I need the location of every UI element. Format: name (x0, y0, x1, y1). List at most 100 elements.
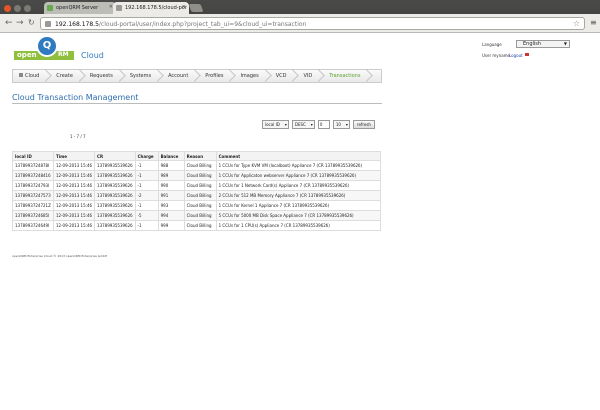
pager-info: 1 - 7 / 7 (70, 134, 86, 139)
cell-comment: 1 CCUs for Applicaton webserver Applianc… (215, 170, 382, 181)
language-label: Language (482, 42, 502, 47)
cell-comment: 1 CCUs for 1 Network Card(s) Appliance 7… (215, 180, 382, 191)
nav-item-account[interactable]: Account (162, 70, 199, 82)
cell-balance: 993 (157, 200, 185, 211)
table-row: 1378993724841б 12-09-2013 15:46 13789935… (12, 170, 382, 181)
table-row: 1378993724649I 12-09-2013 15:46 13789935… (12, 220, 382, 231)
cell-time: 12-09-2013 15:46 (52, 200, 96, 211)
logo-q: Q (36, 35, 58, 57)
bookmark-star-icon[interactable]: ☆ (573, 19, 580, 28)
nav-item-cloud[interactable]: Cloud (13, 70, 50, 82)
nav-item-systems[interactable]: Systems (124, 70, 162, 82)
cell-charge: -1 (134, 220, 159, 231)
tab-label: openQRM Server (56, 5, 99, 11)
cell-comment: 2 CCUs for 512 MB Memory Appliance 7 (CR… (215, 190, 382, 201)
cell-time: 12-09-2013 15:46 (52, 220, 96, 231)
flag-icon[interactable] (524, 52, 530, 57)
tab-label: 192.168.178.5/cloud-por (125, 5, 187, 11)
nav-item-transactions[interactable]: Transactions (323, 70, 371, 82)
browser-tab-openqrm-server[interactable]: openQRM Server ✕ (44, 2, 116, 14)
cell-charge: -1 (134, 160, 159, 171)
user-label: User myname (482, 53, 510, 58)
cell-time: 12-09-2013 15:46 (52, 160, 96, 171)
close-icon[interactable]: ✕ (182, 4, 186, 10)
nav-item-vcd[interactable]: VCD (270, 70, 298, 82)
nav-item-profiles[interactable]: Profiles (199, 70, 234, 82)
cell-local-id: 1378993724721Z (12, 200, 54, 211)
cell-comment: 1 CCUs for Type KVM VM (localboot) Appli… (215, 160, 382, 171)
column-header-reason[interactable]: Reason (183, 151, 217, 161)
cell-cr: 1378993553962б (94, 210, 136, 221)
table-header-row: local ID Time CR Charge Balance Reason C… (12, 151, 382, 161)
cell-cr: 1378993553962б (94, 170, 136, 181)
nav-label: Cloud (25, 73, 40, 79)
refresh-button[interactable]: refresh (352, 120, 375, 129)
cell-balance: 999 (157, 220, 185, 231)
cell-balance: 989 (157, 170, 185, 181)
offset-input[interactable]: 0 (317, 120, 330, 129)
openqrm-logo[interactable]: Q open RM (14, 35, 74, 61)
cell-charge: -5 (134, 210, 159, 221)
browser-tab-cloud-portal[interactable]: 192.168.178.5/cloud-por ✕ (113, 2, 189, 14)
logo-open-text: open (17, 51, 37, 59)
cell-charge: -1 (134, 200, 159, 211)
browser-menu-icon[interactable]: ≡ (590, 18, 597, 27)
address-bar[interactable]: 192.168.178.5/cloud-portal/user/index.ph… (40, 17, 585, 30)
table-row: 1378993724685I 12-09-2013 15:46 13789935… (12, 210, 382, 221)
column-header-cr[interactable]: CR (94, 151, 136, 161)
cell-time: 12-09-2013 15:46 (52, 170, 96, 181)
sort-by-select[interactable]: local ID ▾ (262, 120, 289, 129)
url-host: 192.168.178.5 (55, 21, 99, 28)
table-row: 1378993724878I 12-09-2013 15:46 13789935… (12, 160, 382, 171)
column-header-time[interactable]: Time (52, 151, 96, 161)
nav-item-vid[interactable]: VID (297, 70, 323, 82)
window-maximize-button[interactable] (24, 5, 31, 12)
table-controls: local ID ▾ DESC ▾ 0 10 ▾ refresh (262, 120, 375, 129)
column-header-local-id[interactable]: local ID (12, 151, 54, 161)
new-tab-button[interactable] (188, 4, 204, 12)
language-select[interactable]: English ▼ (516, 40, 570, 48)
window-controls (4, 5, 31, 12)
reload-icon[interactable]: ↻ (28, 18, 35, 28)
cell-charge: -2 (134, 190, 159, 201)
cell-reason: Cloud Billing (183, 220, 217, 231)
logout-link[interactable]: Logout (509, 53, 523, 58)
window-minimize-button[interactable] (14, 5, 21, 12)
cell-charge: -1 (134, 180, 159, 191)
cell-reason: Cloud Billing (183, 180, 217, 191)
favicon-icon (47, 5, 53, 11)
cell-reason: Cloud Billing (183, 190, 217, 201)
cell-local-id: 1378993724841б (12, 170, 54, 181)
browser-chrome: openQRM Server ✕ 192.168.178.5/cloud-por… (0, 0, 600, 33)
window-close-button[interactable] (4, 5, 11, 12)
column-header-charge[interactable]: Charge (134, 151, 159, 161)
nav-item-create[interactable]: Create (50, 70, 84, 82)
table-row: 1378993724757З 12-09-2013 15:46 13789935… (12, 190, 382, 201)
column-header-balance[interactable]: Balance (157, 151, 185, 161)
back-arrow-icon[interactable]: ← (5, 18, 13, 28)
cell-local-id: 1378993724793I (12, 180, 54, 191)
chevron-down-icon: ▾ (284, 122, 287, 127)
cell-cr: 1378993553962б (94, 190, 136, 201)
cell-comment: 1 CCUs for Kernel 1 Appliance 7 (CR 1378… (215, 200, 382, 211)
page-icon (45, 21, 51, 27)
transactions-table: local ID Time CR Charge Balance Reason C… (12, 151, 382, 231)
sort-by-value: local ID (265, 122, 280, 127)
logo-rm-text: RM (58, 51, 69, 58)
cell-time: 12-09-2013 15:46 (52, 210, 96, 221)
nav-item-images[interactable]: Images (234, 70, 269, 82)
nav-item-requests[interactable]: Requests (84, 70, 124, 82)
cell-reason: Cloud Billing (183, 210, 217, 221)
chevron-down-icon: ▼ (563, 41, 567, 46)
cell-cr: 1378993553962б (94, 220, 136, 231)
cell-local-id: 1378993724685I (12, 210, 54, 221)
title-divider (12, 103, 382, 104)
cell-time: 12-09-2013 15:46 (52, 180, 96, 191)
cell-comment: 1 CCUs for 1 CPU(s) Appliance 7 (CR 1378… (215, 220, 382, 231)
forward-arrow-icon[interactable]: → (16, 18, 24, 28)
limit-select[interactable]: 10 ▾ (332, 120, 350, 129)
main-nav: Cloud Create Requests Systems Account Pr… (12, 69, 382, 83)
column-header-comment[interactable]: Comment (215, 151, 382, 161)
cell-time: 12-09-2013 15:46 (52, 190, 96, 201)
order-select[interactable]: DESC ▾ (291, 120, 315, 129)
